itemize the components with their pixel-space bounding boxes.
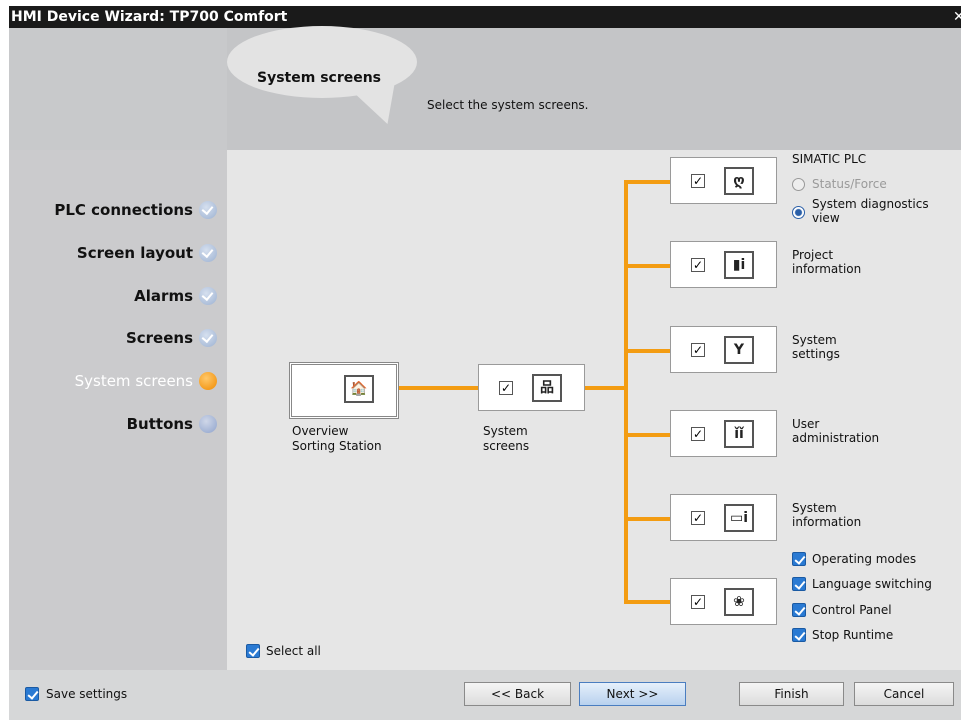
overview-screen-node[interactable]: 🏠 bbox=[289, 362, 399, 419]
misc-screens-checkbox[interactable]: ✓ bbox=[691, 595, 705, 609]
step-alarms[interactable]: Alarms bbox=[134, 284, 227, 308]
connector-line bbox=[624, 264, 670, 268]
title-bar: HMI Device Wizard: TP700 Comfort ✕ bbox=[9, 6, 961, 28]
steps-sidebar: PLC connections Screen layout Alarms Scr… bbox=[9, 150, 227, 670]
operating-modes-checkbox[interactable] bbox=[792, 552, 806, 566]
settings-globe-icon: ❀ bbox=[724, 588, 754, 616]
project-info-label-line1: Project bbox=[792, 248, 834, 262]
misc-screens-node[interactable]: ✓ ❀ bbox=[670, 578, 777, 625]
project-info-checkbox[interactable]: ✓ bbox=[691, 258, 705, 272]
window-title: HMI Device Wizard: TP700 Comfort bbox=[11, 9, 288, 25]
system-info-checkbox[interactable]: ✓ bbox=[691, 511, 705, 525]
system-screens-label-line1: System bbox=[483, 424, 528, 438]
system-settings-label-line1: System bbox=[792, 333, 837, 347]
step-label: Screen layout bbox=[76, 244, 193, 262]
system-info-label-line2: information bbox=[792, 515, 862, 529]
current-step-icon bbox=[199, 372, 217, 390]
connector-line bbox=[624, 600, 670, 604]
system-diagnostics-label-line2: view bbox=[812, 211, 840, 225]
close-icon[interactable]: ✕ bbox=[953, 6, 961, 28]
project-info-node[interactable]: ✓ ▮i bbox=[670, 241, 777, 288]
step-plc-connections[interactable]: PLC connections bbox=[54, 198, 227, 222]
speech-bubble-tail bbox=[337, 84, 395, 124]
system-settings-label-line2: settings bbox=[792, 347, 840, 361]
home-icon: 🏠 bbox=[344, 375, 374, 403]
user-admin-node[interactable]: ✓ ǐǐ bbox=[670, 410, 777, 457]
stop-runtime-label: Stop Runtime bbox=[812, 628, 894, 642]
stethoscope-icon: ღ bbox=[724, 167, 754, 195]
step-screen-layout[interactable]: Screen layout bbox=[77, 241, 227, 265]
system-info-label-line1: System bbox=[792, 501, 837, 515]
connector-line bbox=[624, 180, 628, 602]
select-all-checkbox[interactable] bbox=[246, 644, 260, 658]
step-label: System screens bbox=[74, 372, 193, 390]
system-diagnostics-label-line1: System diagnostics bbox=[812, 197, 929, 211]
network-icon: 品 bbox=[532, 374, 562, 402]
check-circle-icon bbox=[199, 201, 217, 219]
monitor-info-icon: ▭i bbox=[724, 504, 754, 532]
plc-screen-checkbox[interactable]: ✓ bbox=[691, 174, 705, 188]
save-settings-label: Save settings bbox=[46, 687, 128, 701]
plc-screen-node[interactable]: ✓ ღ bbox=[670, 157, 777, 204]
user-admin-checkbox[interactable]: ✓ bbox=[691, 427, 705, 441]
step-screens[interactable]: Screens bbox=[126, 326, 227, 350]
step-label: PLC connections bbox=[54, 201, 193, 219]
connector-line bbox=[585, 386, 625, 390]
system-info-node[interactable]: ✓ ▭i bbox=[670, 494, 777, 541]
header-area bbox=[9, 28, 961, 150]
step-system-screens[interactable]: System screens bbox=[75, 369, 227, 393]
system-settings-node[interactable]: ✓ Y bbox=[670, 326, 777, 373]
connector-line bbox=[624, 180, 670, 184]
status-force-radio[interactable] bbox=[792, 178, 805, 191]
step-label: Buttons bbox=[126, 415, 193, 433]
system-settings-checkbox[interactable]: ✓ bbox=[691, 343, 705, 357]
step-label: Screens bbox=[125, 329, 193, 347]
check-circle-icon bbox=[199, 329, 217, 347]
connector-line bbox=[624, 349, 670, 353]
step-buttons[interactable]: Buttons bbox=[127, 412, 227, 436]
status-force-label: Status/Force bbox=[812, 177, 887, 191]
check-circle-icon bbox=[199, 244, 217, 262]
select-all-label: Select all bbox=[266, 644, 321, 658]
wrench-icon: Y bbox=[724, 336, 754, 364]
language-switching-label: Language switching bbox=[812, 577, 932, 591]
page-title: System screens bbox=[257, 70, 382, 86]
operating-modes-label: Operating modes bbox=[812, 552, 917, 566]
document-info-icon: ▮i bbox=[724, 251, 754, 279]
system-diagnostics-radio[interactable] bbox=[792, 206, 805, 219]
next-button[interactable]: Next >> bbox=[579, 682, 686, 706]
cancel-button[interactable]: Cancel bbox=[854, 682, 954, 706]
overview-label-line1: Overview bbox=[292, 424, 349, 438]
wizard-window: HMI Device Wizard: TP700 Comfort ✕ Syste… bbox=[9, 6, 961, 720]
finish-button[interactable]: Finish bbox=[739, 682, 844, 706]
system-screens-checkbox[interactable]: ✓ bbox=[499, 381, 513, 395]
users-icon: ǐǐ bbox=[724, 420, 754, 448]
user-admin-label-line1: User bbox=[792, 417, 820, 431]
language-switching-checkbox[interactable] bbox=[792, 577, 806, 591]
connector-line bbox=[624, 517, 670, 521]
stop-runtime-checkbox[interactable] bbox=[792, 628, 806, 642]
simatic-plc-label: SIMATIC PLC bbox=[792, 152, 867, 166]
system-screens-label-line2: screens bbox=[483, 439, 530, 453]
check-circle-icon bbox=[199, 287, 217, 305]
back-button[interactable]: << Back bbox=[464, 682, 571, 706]
control-panel-checkbox[interactable] bbox=[792, 603, 806, 617]
connector-line bbox=[399, 386, 485, 390]
system-screens-node[interactable]: ✓ 品 bbox=[478, 364, 585, 411]
page-subtitle: Select the system screens. bbox=[427, 98, 589, 112]
user-admin-label-line2: administration bbox=[792, 431, 880, 445]
control-panel-label: Control Panel bbox=[812, 603, 892, 617]
overview-label-line2: Sorting Station bbox=[292, 439, 382, 453]
connector-line bbox=[624, 433, 670, 437]
project-info-label-line2: information bbox=[792, 262, 862, 276]
step-label: Alarms bbox=[134, 287, 193, 305]
save-settings-checkbox[interactable] bbox=[25, 687, 39, 701]
pending-step-icon bbox=[199, 415, 217, 433]
